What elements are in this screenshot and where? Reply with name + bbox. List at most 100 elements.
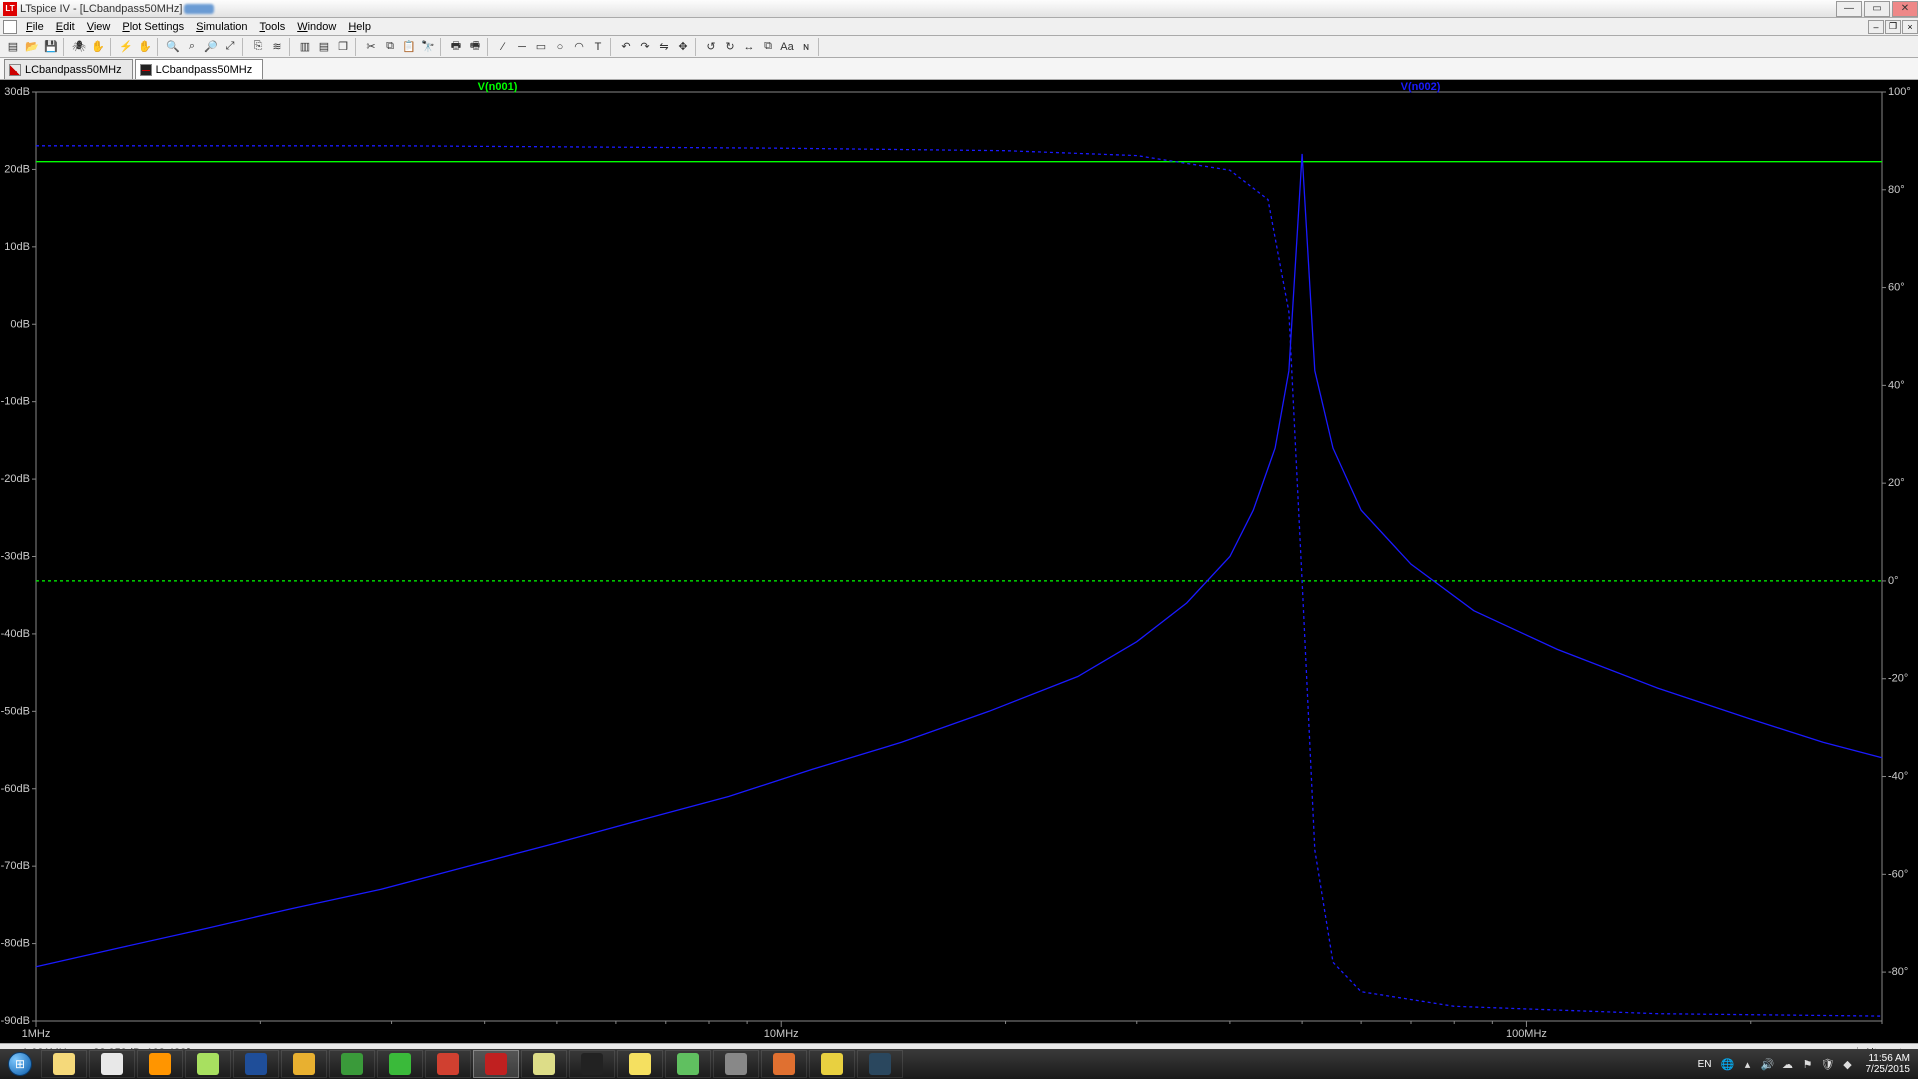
taskbar-firefox-button[interactable] (137, 1050, 183, 1078)
taskbar-app4-button[interactable] (425, 1050, 471, 1078)
app5-icon (677, 1053, 699, 1075)
app6-icon (773, 1053, 795, 1075)
toolbar-undo-button[interactable]: ↺ (702, 38, 720, 56)
menu-help[interactable]: Help (342, 21, 377, 33)
tab-schematic-lcbandpass50mhz[interactable]: LCbandpass50MHz (4, 59, 133, 79)
taskbar-app6-button[interactable] (761, 1050, 807, 1078)
toolbar-zoom-in-button[interactable]: 🔍 (164, 38, 182, 56)
taskbar-app3-button[interactable] (377, 1050, 423, 1078)
maximize-button[interactable]: ▭ (1864, 1, 1890, 17)
taskbar-putty-button[interactable] (521, 1050, 567, 1078)
menu-plot-settings[interactable]: Plot Settings (116, 21, 190, 33)
mdi-restore-button[interactable]: ❐ (1885, 20, 1901, 34)
toolbar-probe-button[interactable]: ⚡ (117, 38, 135, 56)
toolbar-zoom-box-button[interactable]: ⌕ (183, 38, 201, 56)
menu-edit[interactable]: Edit (50, 21, 81, 33)
taskbar-chrome-button[interactable] (89, 1050, 135, 1078)
toolbar-draw-arc-button[interactable]: ◠ (570, 38, 588, 56)
toolbar-run-button[interactable]: 🕷 (70, 38, 88, 56)
taskbar-explorer-button[interactable] (41, 1050, 87, 1078)
taskbar-sticky-button[interactable] (617, 1050, 663, 1078)
toolbar-zoom-fit-button[interactable]: ⤢ (221, 38, 239, 56)
toolbar-copy-button[interactable]: ⧉ (381, 38, 399, 56)
plot-icon (140, 64, 152, 76)
menu-view[interactable]: View (81, 21, 117, 33)
tab-plot-lcbandpass50mhz[interactable]: LCbandpass50MHz (135, 59, 264, 79)
taskbar-ltspice-button[interactable] (473, 1050, 519, 1078)
toolbar-tile-v-button[interactable]: ▤ (315, 38, 333, 56)
svg-text:0°: 0° (1888, 575, 1899, 587)
toolbar-hand-button[interactable]: ✋ (136, 38, 154, 56)
mdi-minimize-button[interactable]: – (1868, 20, 1884, 34)
toolbar-find-button[interactable]: 🔭 (419, 38, 437, 56)
menu-tools[interactable]: Tools (254, 21, 292, 33)
toolbar-paste-button[interactable]: 📋 (400, 38, 418, 56)
toolbar-mirror-button[interactable]: ⇋ (655, 38, 673, 56)
toolbar-open-button[interactable]: 📂 (23, 38, 41, 56)
window-controls: — ▭ ✕ (1834, 1, 1918, 17)
menu-window[interactable]: Window (291, 21, 342, 33)
toolbar-draw-rect-button[interactable]: ▭ (532, 38, 550, 56)
taskbar-powershell-button[interactable] (233, 1050, 279, 1078)
bode-plot[interactable]: -90dB-80dB-70dB-60dB-50dB-40dB-30dB-20dB… (0, 80, 1918, 1043)
tray-misc-icon[interactable]: ◆ (1840, 1056, 1856, 1072)
taskbar-cmd-button[interactable] (569, 1050, 615, 1078)
toolbar-drag-button[interactable]: ↔ (740, 38, 758, 56)
toolbar-rotate-r-button[interactable]: ↷ (636, 38, 654, 56)
ltspice-icon (485, 1053, 507, 1075)
taskbar-app7-button[interactable] (809, 1050, 855, 1078)
toolbar-duplicate-button[interactable]: ⧉ (759, 38, 777, 56)
menu-file[interactable]: File (20, 21, 50, 33)
tray-volume-icon[interactable]: 🔊 (1760, 1056, 1776, 1072)
toolbar-netname-button[interactable]: ɴ (797, 38, 815, 56)
toolbar-draw-line-button[interactable]: ─ (513, 38, 531, 56)
tray-flag-icon[interactable]: ⚑ (1800, 1056, 1816, 1072)
plot-area[interactable]: -90dB-80dB-70dB-60dB-50dB-40dB-30dB-20dB… (0, 80, 1918, 1043)
mdi-close-button[interactable]: × (1902, 20, 1918, 34)
toolbar-cut-button[interactable]: ✂ (362, 38, 380, 56)
app4-icon (437, 1053, 459, 1075)
menu-simulation[interactable]: Simulation (190, 21, 253, 33)
app1-icon (293, 1053, 315, 1075)
minimize-button[interactable]: — (1836, 1, 1862, 17)
toolbar-cascade-button[interactable]: ❐ (334, 38, 352, 56)
putty-icon (533, 1053, 555, 1075)
svg-text:10MHz: 10MHz (764, 1028, 799, 1040)
taskbar-app1-button[interactable] (281, 1050, 327, 1078)
toolbar-stop-button[interactable]: ✋ (89, 38, 107, 56)
tray-cloud-icon[interactable]: ☁ (1780, 1056, 1796, 1072)
taskbar-app2-button[interactable] (329, 1050, 375, 1078)
svg-text:-30dB: -30dB (1, 551, 30, 563)
firefox-icon (149, 1053, 171, 1075)
tray-shield-icon[interactable]: 🛡 (1820, 1056, 1836, 1072)
toolbar-zoom-out-button[interactable]: 🔎 (202, 38, 220, 56)
schematic-icon (9, 64, 21, 76)
toolbar-print-button[interactable]: 🖶 (447, 38, 465, 56)
toolbar-move-button[interactable]: ✥ (674, 38, 692, 56)
app3-icon (389, 1053, 411, 1075)
toolbar-draw-circle-button[interactable]: ○ (551, 38, 569, 56)
toolbar-save-button[interactable]: 💾 (42, 38, 60, 56)
steam-icon (869, 1053, 891, 1075)
taskbar-app5-button[interactable] (665, 1050, 711, 1078)
language-indicator[interactable]: EN (1692, 1059, 1718, 1070)
toolbar-draw-wire-button[interactable]: ∕ (494, 38, 512, 56)
toolbar-fft-button[interactable]: ≋ (268, 38, 286, 56)
taskbar-tools-button[interactable] (713, 1050, 759, 1078)
clock[interactable]: 11:56 AM 7/25/2015 (1858, 1053, 1918, 1075)
toolbar-tile-h-button[interactable]: ▥ (296, 38, 314, 56)
taskbar-steam-button[interactable] (857, 1050, 903, 1078)
toolbar-setup-button[interactable]: 🖷 (466, 38, 484, 56)
toolbar-redo-button[interactable]: ↻ (721, 38, 739, 56)
taskbar-notepadpp-button[interactable] (185, 1050, 231, 1078)
toolbar-autorange-button[interactable]: ⎘ (249, 38, 267, 56)
tray-arrow-icon[interactable]: ▴ (1740, 1056, 1756, 1072)
close-button[interactable]: ✕ (1892, 1, 1918, 17)
tray-network-icon[interactable]: 🌐 (1720, 1056, 1736, 1072)
toolbar-new-button[interactable]: ▤ (4, 38, 22, 56)
toolbar-label-button[interactable]: Aa (778, 38, 796, 56)
start-button[interactable] (0, 1049, 40, 1079)
toolbar-rotate-l-button[interactable]: ↶ (617, 38, 635, 56)
toolbar-draw-text-button[interactable]: T (589, 38, 607, 56)
clock-date: 7/25/2015 (1866, 1064, 1911, 1075)
